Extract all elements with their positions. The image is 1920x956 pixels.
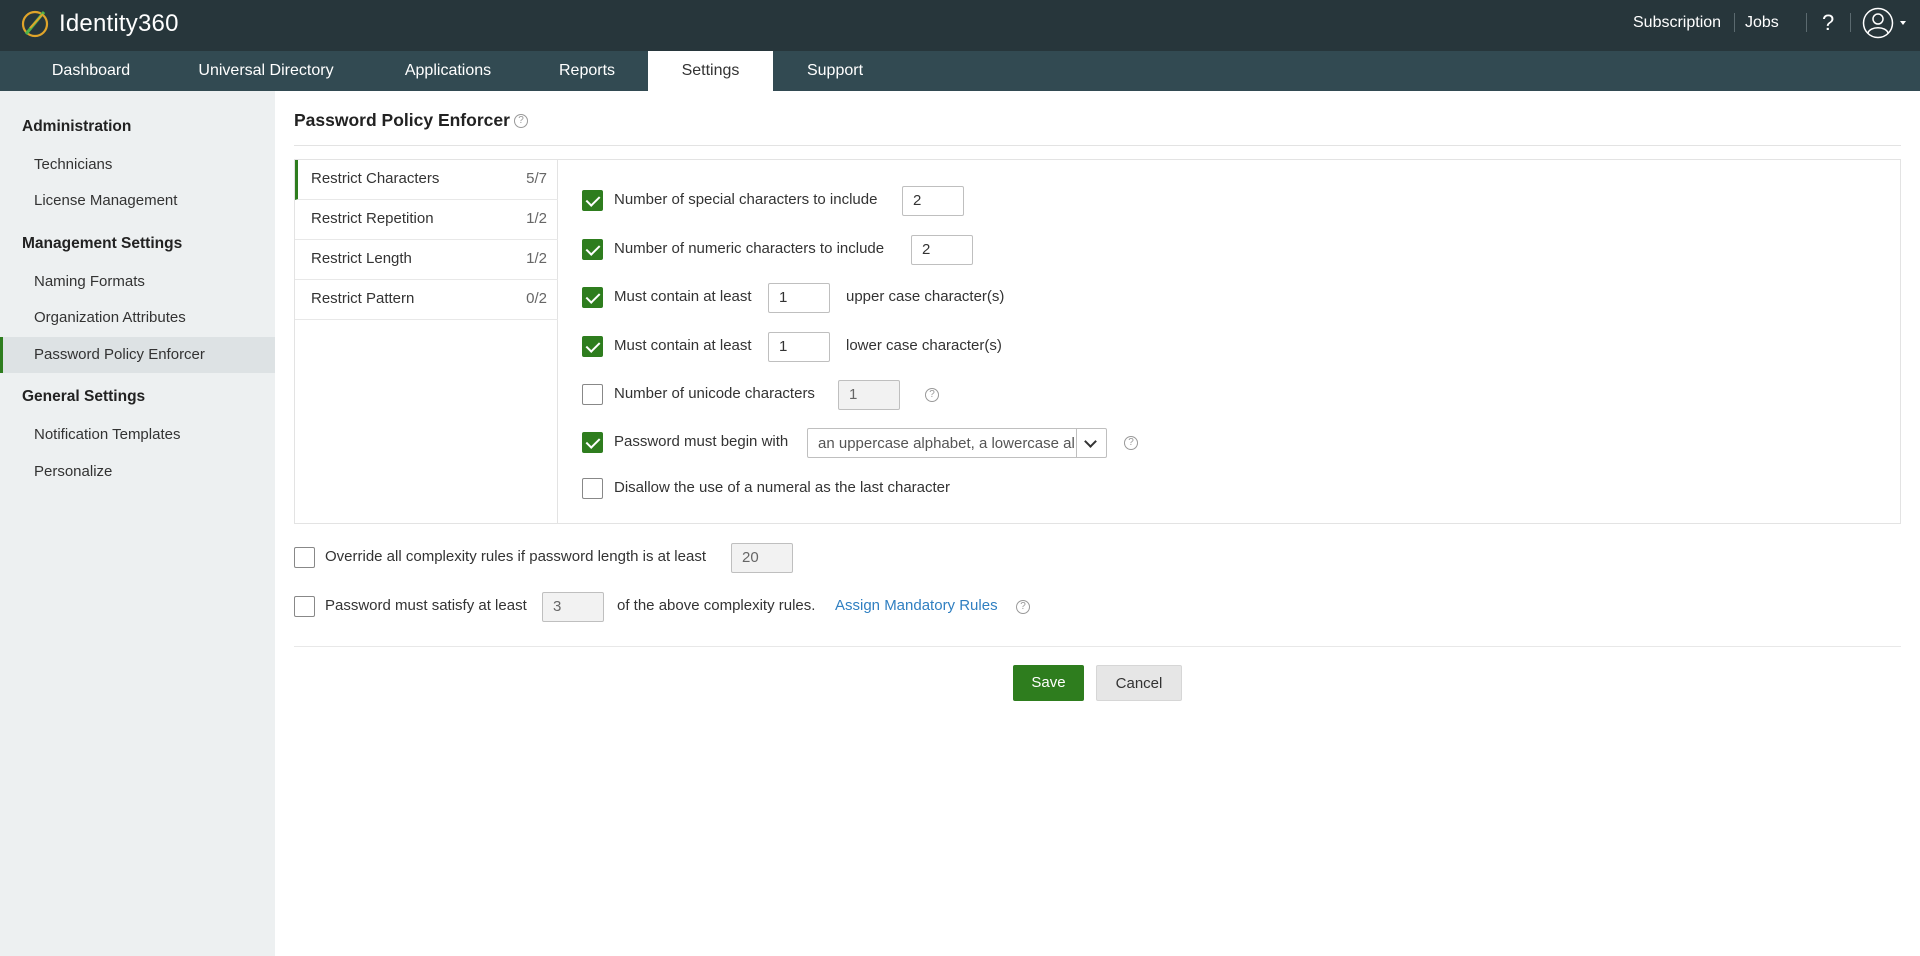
cancel-button[interactable]: Cancel <box>1096 665 1182 701</box>
numeric-characters-checkbox[interactable] <box>582 239 603 260</box>
sidebar-item-naming-formats[interactable]: Naming Formats <box>0 264 275 300</box>
rule-label: Number of unicode characters <box>614 385 815 402</box>
identity360-logo-icon[interactable] <box>18 6 52 40</box>
policy-tab-restrict-characters[interactable]: Restrict Characters 5/7 <box>295 160 558 200</box>
top-bar: Identity360 Subscription Jobs ? <box>0 0 1920 51</box>
sidebar-item-license-management[interactable]: License Management <box>0 183 275 219</box>
sidebar-heading-management-settings: Management Settings <box>22 235 183 252</box>
rule-unicode: Number of unicode characters 1 ? <box>582 380 1382 410</box>
help-icon[interactable]: ? <box>1822 10 1834 36</box>
tab-universal-directory[interactable]: Universal Directory <box>176 51 356 91</box>
special-characters-input[interactable]: 2 <box>902 186 964 216</box>
policy-tab-count: 1/2 <box>526 250 547 267</box>
upper-case-input[interactable]: 1 <box>768 283 830 313</box>
lower-case-input[interactable]: 1 <box>768 332 830 362</box>
divider <box>294 145 1901 146</box>
rule-label: Must contain at least <box>614 288 752 305</box>
policy-tab-label: Restrict Pattern <box>311 290 415 307</box>
policy-tab-label: Restrict Repetition <box>311 210 434 227</box>
special-characters-checkbox[interactable] <box>582 190 603 211</box>
settings-sidebar: Administration Technicians License Manag… <box>0 91 275 956</box>
brand-name[interactable]: Identity360 <box>59 10 179 38</box>
rule-label: Disallow the use of a numeral as the las… <box>614 479 950 496</box>
unicode-input[interactable]: 1 <box>838 380 900 410</box>
satisfy-label: Password must satisfy at least <box>325 597 527 614</box>
begin-with-select[interactable]: an uppercase alphabet, a lowercase alpha… <box>807 428 1107 458</box>
chevron-down-icon[interactable] <box>1076 429 1106 457</box>
satisfy-row: Password must satisfy at least 3 of the … <box>294 592 1194 622</box>
chevron-down-icon[interactable] <box>1900 21 1906 25</box>
sidebar-heading-general-settings: General Settings <box>22 388 146 405</box>
rule-label: Number of special characters to include <box>614 191 878 208</box>
rule-label: Must contain at least <box>614 337 752 354</box>
begin-with-checkbox[interactable] <box>582 432 603 453</box>
help-icon[interactable]: ? <box>925 388 939 402</box>
main-nav: Dashboard Universal Directory Applicatio… <box>0 51 1920 91</box>
last-numeral-checkbox[interactable] <box>582 478 603 499</box>
numeric-characters-input[interactable]: 2 <box>911 235 973 265</box>
override-checkbox[interactable] <box>294 547 315 568</box>
rule-label: Number of numeric characters to include <box>614 240 885 257</box>
rule-suffix: upper case character(s) <box>846 288 1005 305</box>
sidebar-heading-administration: Administration <box>22 118 132 135</box>
satisfy-suffix: of the above complexity rules. <box>617 597 816 614</box>
tab-settings[interactable]: Settings <box>648 51 773 91</box>
sidebar-item-personalize[interactable]: Personalize <box>0 454 275 490</box>
rule-begin-with: Password must begin with an uppercase al… <box>582 428 1382 458</box>
top-separator <box>1850 13 1851 32</box>
tab-applications[interactable]: Applications <box>380 51 516 91</box>
tab-reports[interactable]: Reports <box>538 51 636 91</box>
subscription-link[interactable]: Subscription <box>1633 14 1721 32</box>
help-icon[interactable]: ? <box>1124 436 1138 450</box>
assign-mandatory-rules-link[interactable]: Assign Mandatory Rules <box>835 597 998 614</box>
policy-tab-restrict-repetition[interactable]: Restrict Repetition 1/2 <box>295 200 558 240</box>
unicode-checkbox[interactable] <box>582 384 603 405</box>
rule-last-numeral: Disallow the use of a numeral as the las… <box>582 474 1382 504</box>
sidebar-item-notification-templates[interactable]: Notification Templates <box>0 417 275 453</box>
tab-dashboard[interactable]: Dashboard <box>28 51 154 91</box>
sidebar-item-password-policy-enforcer[interactable]: Password Policy Enforcer <box>0 337 275 373</box>
upper-case-checkbox[interactable] <box>582 287 603 308</box>
lower-case-checkbox[interactable] <box>582 336 603 357</box>
divider <box>294 646 1901 647</box>
sidebar-item-technicians[interactable]: Technicians <box>0 147 275 183</box>
tab-support[interactable]: Support <box>790 51 880 91</box>
save-button[interactable]: Save <box>1013 665 1084 701</box>
jobs-link[interactable]: Jobs <box>1745 14 1779 32</box>
override-length-input[interactable]: 20 <box>731 543 793 573</box>
policy-tab-label: Restrict Length <box>311 250 412 267</box>
rule-label: Password must begin with <box>614 433 789 450</box>
rule-numeric-characters: Number of numeric characters to include … <box>582 235 1382 265</box>
policy-tab-count: 0/2 <box>526 290 547 307</box>
satisfy-checkbox[interactable] <box>294 596 315 617</box>
top-separator <box>1806 13 1807 32</box>
page-title: Password Policy Enforcer <box>294 110 510 130</box>
sidebar-item-organization-attributes[interactable]: Organization Attributes <box>0 300 275 336</box>
policy-tabs: Restrict Characters 5/7 Restrict Repetit… <box>295 160 558 523</box>
policy-tab-count: 1/2 <box>526 210 547 227</box>
rule-suffix: lower case character(s) <box>846 337 1002 354</box>
help-icon[interactable]: ? <box>514 114 528 128</box>
policy-tab-restrict-length[interactable]: Restrict Length 1/2 <box>295 240 558 280</box>
policy-panel: Restrict Characters 5/7 Restrict Repetit… <box>294 159 1901 524</box>
policy-tab-restrict-pattern[interactable]: Restrict Pattern 0/2 <box>295 280 558 320</box>
satisfy-count-input[interactable]: 3 <box>542 592 604 622</box>
help-icon[interactable]: ? <box>1016 600 1030 614</box>
top-separator <box>1734 13 1735 32</box>
rule-upper-case: Must contain at least 1 upper case chara… <box>582 283 1382 313</box>
override-label: Override all complexity rules if passwor… <box>325 548 706 565</box>
rule-special-characters: Number of special characters to include … <box>582 186 1382 216</box>
user-avatar-icon[interactable] <box>1862 7 1894 39</box>
policy-tab-label: Restrict Characters <box>311 170 440 187</box>
begin-with-value: an uppercase alphabet, a lowercase alpha… <box>818 435 1074 452</box>
policy-tab-count: 5/7 <box>526 170 547 187</box>
rule-lower-case: Must contain at least 1 lower case chara… <box>582 332 1382 362</box>
override-row: Override all complexity rules if passwor… <box>294 543 1194 573</box>
